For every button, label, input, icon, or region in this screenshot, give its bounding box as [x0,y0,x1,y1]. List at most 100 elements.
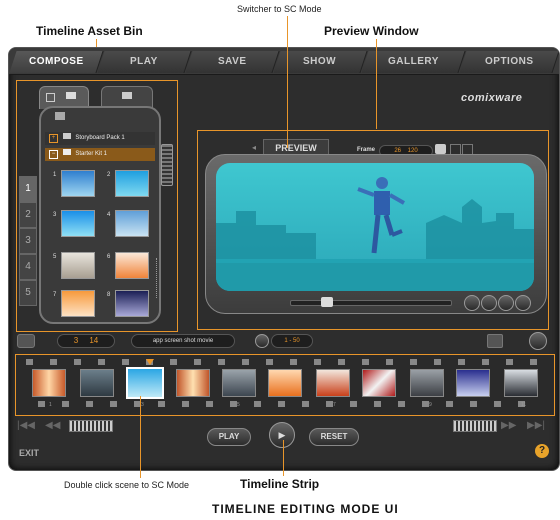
scene-current: 3 [73,336,79,345]
strip-number: 9 [429,402,432,408]
scene-counter: 3 14 [57,334,115,348]
comixware-logo: comixware [461,92,523,104]
scene-thumb-4[interactable] [115,210,149,237]
side-tab-1[interactable]: 1 [19,176,37,202]
leader-switcher [287,16,288,148]
strip-number: 5 [237,402,240,408]
side-tab-4[interactable]: 4 [19,254,37,280]
folder-icon [122,92,132,99]
skip-to-end-icon[interactable]: ▶▶| [527,420,545,431]
list-item-starter-kit[interactable]: − Starter Kit 1 [45,148,155,161]
tab-play[interactable]: PLAY [97,51,192,73]
asset-bin: + Storyboard Pack 1 − Starter Kit 1 1 2 … [39,106,161,324]
expand-toggle[interactable]: + [49,134,58,143]
strip-scroll-left[interactable] [69,420,113,432]
movie-name-field[interactable]: app screen shot movie [131,334,235,348]
audio-button[interactable] [529,332,547,350]
scene-frame-1[interactable] [32,369,66,397]
thumb-number: 4 [107,212,111,218]
sprocket-row-top [26,359,546,365]
list-item-label: Storyboard Pack 1 [75,135,125,141]
scene-frame-11[interactable] [504,369,538,397]
collapse-toggle[interactable]: − [49,150,58,159]
exit-button[interactable]: EXIT [19,448,39,458]
strip-number: 1 [49,402,52,408]
current-scene-marker [146,359,154,365]
goto-frame-arrow-icon[interactable] [435,144,446,154]
thumb-number: 6 [107,254,111,260]
annotation-timeline-strip: Timeline Strip [240,477,320,491]
scene-frame-7[interactable] [316,369,350,397]
folder-icon [62,133,71,139]
scene-frame-9[interactable] [410,369,444,397]
strip-number: 7 [333,402,336,408]
play-circle-button[interactable]: ▶ [269,422,295,448]
annotation-switcher: Switcher to SC Mode [237,4,322,14]
thumb-number: 7 [53,292,57,298]
scene-total: 14 [89,336,99,345]
help-button[interactable]: ? [535,444,549,458]
scene-frame-8[interactable] [362,369,396,397]
prev-scene-button[interactable] [464,295,480,311]
caption: TIMELINE EDITING MODE UI [212,502,399,516]
thumb-number: 3 [53,212,57,218]
strip-scroll-right[interactable] [453,420,497,432]
timeline-scrubber[interactable] [290,297,452,307]
tab-gallery[interactable]: GALLERY [361,51,466,73]
folder-icon [66,92,76,99]
annotation-asset-bin: Timeline Asset Bin [36,24,143,38]
range-display: 1 - 50 [271,334,313,348]
next-scene-button[interactable] [515,295,531,311]
play-button[interactable]: PLAY [207,428,251,446]
stop-preview-button[interactable] [498,295,514,311]
scene-thumb-5[interactable] [61,252,95,279]
app-window: COMPOSE PLAY SAVE SHOW GALLERY OPTIONS c… [8,47,560,471]
snapshot-button[interactable] [487,334,503,348]
scene-thumb-8[interactable] [115,290,149,317]
scene-thumb-7[interactable] [61,290,95,317]
scene-frame-3[interactable] [126,367,164,399]
scene-thumb-6[interactable] [115,252,149,279]
play-preview-button[interactable] [481,295,497,311]
folder-button[interactable] [17,334,35,348]
scrubber-handle[interactable] [321,297,333,307]
leader-preview [376,39,377,129]
scene-thumb-2[interactable] [115,170,149,197]
bin-scale [153,258,157,298]
scene-frame-10[interactable] [456,369,490,397]
thumb-number: 5 [53,254,57,260]
list-item-storyboard-pack[interactable]: + Storyboard Pack 1 [45,132,155,145]
annotation-preview-window: Preview Window [324,24,419,38]
bin-header-icon[interactable] [55,112,65,120]
folder-icon [62,149,71,155]
strip-number: 11 [521,402,527,408]
list-item-label: Starter Kit 1 [75,151,108,157]
side-tab-3[interactable]: 3 [19,228,37,254]
scene-frame-4[interactable] [176,369,210,397]
scene-frame-5[interactable] [222,369,256,397]
thumb-number: 1 [53,172,57,178]
prev-arrow-icon[interactable]: ◂ [252,143,256,152]
scene-frame-2[interactable] [80,369,114,397]
side-tab-2[interactable]: 2 [19,202,37,228]
scene-frame-6[interactable] [268,369,302,397]
main-tab-bar: COMPOSE PLAY SAVE SHOW GALLERY OPTIONS [9,48,559,75]
side-tab-5[interactable]: 5 [19,280,37,306]
bin-scrollbar[interactable] [161,144,173,186]
skip-to-start-icon[interactable]: |◀◀ [17,420,35,431]
tab-save[interactable]: SAVE [185,51,280,73]
small-square-icon [46,93,55,102]
thumb-number: 2 [107,172,111,178]
rewind-icon[interactable]: ◀◀ [45,420,60,431]
scene-thumb-1[interactable] [61,170,95,197]
timeline-strip: 1 3 5 7 9 11 [15,354,555,416]
reset-button[interactable]: RESET [309,428,359,446]
scene-thumb-3[interactable] [61,210,95,237]
tab-compose[interactable]: COMPOSE [9,51,104,73]
leader-double-click [140,396,141,478]
tab-options[interactable]: OPTIONS [459,51,559,73]
preview-screen[interactable] [216,163,534,291]
reel-icon [255,334,269,348]
fast-forward-icon[interactable]: ▶▶ [501,420,516,431]
robot-character [357,177,405,254]
